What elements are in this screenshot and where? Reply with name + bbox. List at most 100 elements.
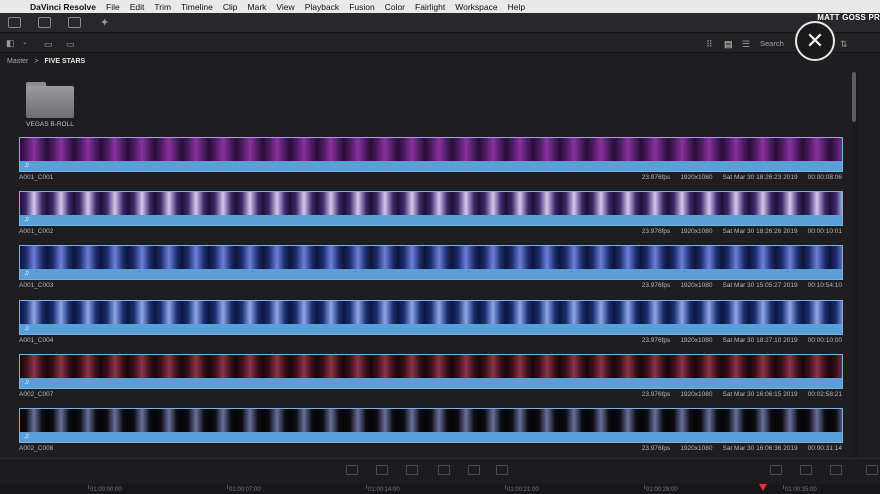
effects-wand-icon[interactable]: ✦ xyxy=(100,16,109,29)
menu-fusion[interactable]: Fusion xyxy=(349,2,375,12)
breadcrumb-current[interactable]: FIVE STARS xyxy=(45,58,86,65)
clip-date: Sat Mar 30 18:26:23 2019 xyxy=(722,174,798,181)
clip-thumbnails xyxy=(20,192,842,215)
folder-body xyxy=(26,86,74,118)
menu-trim[interactable]: Trim xyxy=(154,2,171,12)
audio-waveform xyxy=(20,215,842,225)
close-button[interactable]: ✕ xyxy=(795,21,835,61)
timecode-label: 01:00:07:00 xyxy=(229,487,261,493)
project-title: MATT GOSS PR xyxy=(817,13,880,22)
scrollbar-thumb[interactable] xyxy=(852,72,856,122)
timecode-label: 01:00:14:00 xyxy=(368,487,400,493)
clip-resolution: 1920x1080 xyxy=(680,445,713,452)
insert-clip-icon[interactable] xyxy=(346,465,358,475)
clip-metadata: 23.976fps 1920x1080 Sat Mar 30 18:26:26 20… xyxy=(642,228,842,235)
clip-name: A001_C001 xyxy=(19,174,54,181)
scrollbar-track[interactable] xyxy=(852,70,858,458)
place-on-top-icon[interactable] xyxy=(438,465,450,475)
clip-filmstrip[interactable]: ♫ xyxy=(19,300,843,335)
ruler-tick xyxy=(505,485,506,489)
ripple-overwrite-icon[interactable] xyxy=(496,465,508,475)
ruler-tick xyxy=(88,485,89,489)
sidebar-toggle-icon[interactable]: ◧ xyxy=(6,38,15,49)
menu-view[interactable]: View xyxy=(276,2,294,12)
overwrite-clip-icon[interactable] xyxy=(376,465,388,475)
clip-fps: 23.976fps xyxy=(641,337,671,344)
audio-note-icon: ♫ xyxy=(24,270,30,277)
fullscreen-icon[interactable] xyxy=(866,465,878,475)
clip-duration: 00:02:58:21 xyxy=(807,391,842,398)
clip-date: Sat Mar 30 18:26:26 2019 xyxy=(722,228,798,235)
clip-viewer-icon[interactable] xyxy=(38,17,51,28)
filmstrip-view-icon[interactable]: ▤ xyxy=(724,39,733,50)
clip-resolution: 1920x1080 xyxy=(680,282,713,289)
clip-resolution: 1920x1080 xyxy=(680,391,713,398)
menu-color[interactable]: Color xyxy=(385,2,405,12)
close-icon: ✕ xyxy=(805,28,825,53)
clip-name: A002_C008 xyxy=(19,445,54,452)
clip-filmstrip[interactable]: ♫ xyxy=(19,191,843,226)
main-toolbar: ✦ xyxy=(0,13,880,33)
menu-fairlight[interactable]: Fairlight xyxy=(415,2,445,12)
timeline-options-icon[interactable] xyxy=(770,465,782,475)
timecode-label: 01:00:35:00 xyxy=(785,487,817,493)
timecode-label: 01:00:21:00 xyxy=(507,487,539,493)
audio-meter-icon[interactable] xyxy=(830,465,842,475)
thumbnail-view-icon[interactable]: ⠿ xyxy=(706,39,713,50)
new-smart-bin-icon[interactable]: ▭ xyxy=(66,39,75,50)
clip-filmstrip[interactable]: ♫ xyxy=(19,354,843,389)
ruler-tick xyxy=(783,485,784,489)
clip-name: A001_C002 xyxy=(19,228,54,235)
playhead-marker[interactable] xyxy=(759,484,767,491)
sort-icon[interactable]: ⇅ xyxy=(840,39,848,50)
search-field[interactable]: Search xyxy=(760,39,784,48)
chevron-down-icon[interactable]: ⌄ xyxy=(22,38,28,46)
audio-note-icon: ♫ xyxy=(24,325,30,332)
clip-name: A002_C007 xyxy=(19,391,54,398)
clip-duration: 00:00:10:01 xyxy=(807,228,842,235)
dual-viewer-icon[interactable] xyxy=(68,17,81,28)
clip-name: A001_C003 xyxy=(19,282,54,289)
menu-playback[interactable]: Playback xyxy=(305,2,340,12)
clip-duration: 00:00:08:06 xyxy=(807,174,842,181)
clip-thumbnails xyxy=(20,246,842,269)
breadcrumb-separator: > xyxy=(34,58,39,65)
list-view-icon[interactable]: ☰ xyxy=(742,39,750,50)
folder-icon[interactable] xyxy=(26,82,74,118)
app-menu[interactable]: DaVinci Resolve xyxy=(30,2,96,12)
menu-clip[interactable]: Clip xyxy=(223,2,238,12)
clip-thumbnails xyxy=(20,301,842,324)
media-pool-header: ◧ ⌄ ▭ ▭ ⠿ ▤ ☰ Search ⇅ xyxy=(0,34,880,53)
audio-waveform xyxy=(20,161,842,171)
clip-date: Sat Mar 30 16:06:36 2019 xyxy=(722,445,798,452)
breadcrumb-master[interactable]: Master xyxy=(7,58,28,65)
clip-metadata: 23.976fps 1920x1080 Sat Mar 30 16:06:15 20… xyxy=(642,391,842,398)
menu-workspace[interactable]: Workspace xyxy=(455,2,497,12)
replace-clip-icon[interactable] xyxy=(406,465,418,475)
clip-thumbnails xyxy=(20,409,842,432)
menu-timeline[interactable]: Timeline xyxy=(181,2,213,12)
ruler-tick xyxy=(227,485,228,489)
clip-name: A001_C004 xyxy=(19,337,54,344)
menu-edit[interactable]: Edit xyxy=(130,2,145,12)
menu-help[interactable]: Help xyxy=(508,2,525,12)
viewer-icon[interactable] xyxy=(800,465,812,475)
clip-filmstrip[interactable]: ♫ xyxy=(19,137,843,172)
audio-waveform xyxy=(20,432,842,442)
menu-file[interactable]: File xyxy=(106,2,120,12)
clip-fps: 23.976fps xyxy=(641,174,671,181)
clip-filmstrip[interactable]: ♫ xyxy=(19,408,843,443)
timeline-ruler[interactable] xyxy=(0,484,880,494)
media-pool-icon[interactable] xyxy=(8,17,21,28)
append-icon[interactable] xyxy=(468,465,480,475)
clip-filmstrip[interactable]: ♫ xyxy=(19,245,843,280)
clip-duration: 00:10:54:10 xyxy=(807,282,842,289)
clip-duration: 00:00:10:00 xyxy=(807,337,842,344)
clip-date: Sat Mar 30 18:27:10 2019 xyxy=(722,337,798,344)
new-bin-icon[interactable]: ▭ xyxy=(44,39,53,50)
clip-metadata: 23.976fps 1920x1080 Sat Mar 30 18:26:23 20… xyxy=(642,174,842,181)
clip-resolution: 1920x1080 xyxy=(680,337,713,344)
ruler-tick xyxy=(644,485,645,489)
menu-mark[interactable]: Mark xyxy=(248,2,267,12)
macos-menubar: DaVinci Resolve File Edit Trim Timeline … xyxy=(0,0,880,13)
